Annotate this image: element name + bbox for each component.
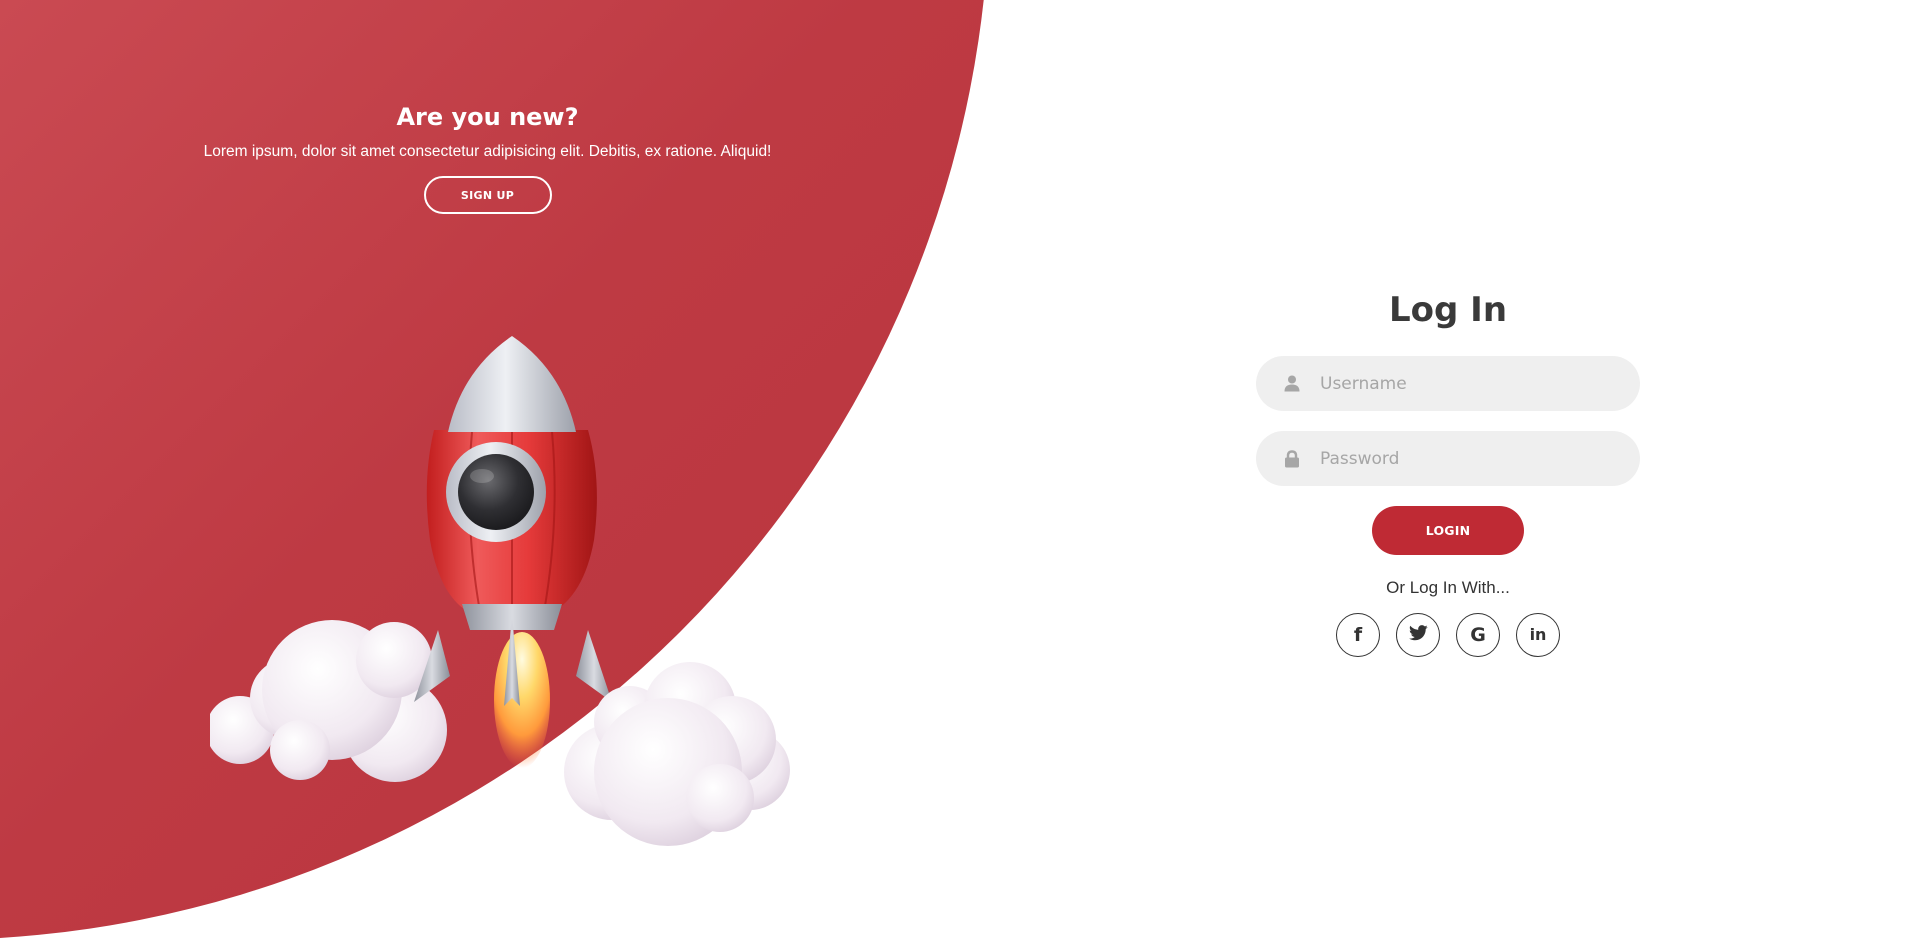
password-input[interactable] [1318, 437, 1622, 480]
password-field-wrapper [1256, 431, 1640, 486]
twitter-button[interactable] [1396, 613, 1440, 657]
rocket-illustration [210, 336, 790, 846]
promo-text: Lorem ipsum, dolor sit amet consectetur … [203, 143, 772, 160]
lock-icon [1282, 449, 1302, 469]
social-login-text: Or Log In With... [1386, 578, 1510, 597]
sign-up-button[interactable]: SIGN UP [423, 176, 552, 214]
signup-promo: Are you new? Lorem ipsum, dolor sit amet… [0, 100, 975, 214]
google-button[interactable]: G [1456, 613, 1500, 657]
login-page: Are you new? Lorem ipsum, dolor sit amet… [0, 0, 1916, 940]
login-title: Log In [1388, 290, 1508, 330]
login-form: Log In LOGIN Or Log In With... [1256, 282, 1640, 657]
username-input[interactable] [1318, 362, 1622, 405]
promo-title: Are you new? [396, 103, 579, 131]
facebook-button[interactable]: f [1336, 613, 1380, 657]
username-field-wrapper [1256, 356, 1640, 411]
rocket-icon [414, 336, 612, 706]
linkedin-icon: in [1529, 625, 1547, 644]
user-icon [1282, 374, 1302, 394]
twitter-icon [1408, 625, 1428, 645]
linkedin-button[interactable]: in [1516, 613, 1560, 657]
cloud-icon [210, 620, 447, 782]
google-icon: G [1470, 623, 1486, 646]
social-login-buttons: f G in [1256, 613, 1640, 657]
facebook-icon: f [1353, 623, 1363, 646]
rocket-flame [494, 632, 550, 768]
login-button[interactable]: LOGIN [1372, 506, 1524, 555]
